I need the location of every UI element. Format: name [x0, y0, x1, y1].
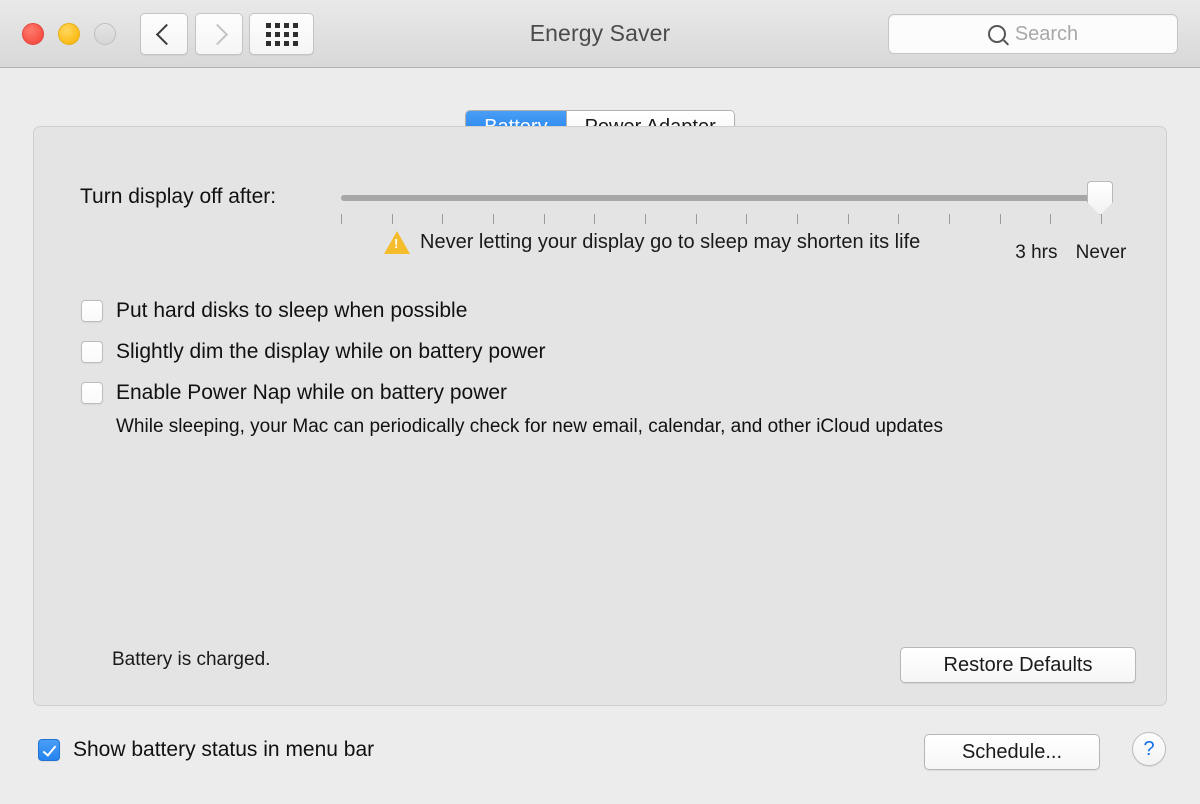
slider-tick: [695, 214, 697, 224]
slider-tick-marks: [341, 214, 1102, 226]
checkbox-show-battery-status[interactable]: [38, 739, 60, 761]
slider-tick-label: Never: [1075, 242, 1127, 263]
help-button[interactable]: ?: [1132, 732, 1166, 766]
menu-bar-option-label: Show battery status in menu bar: [73, 738, 375, 761]
energy-saver-window: Energy Saver Search Battery Power Adapte…: [0, 0, 1200, 804]
slider-tick-label: 3 hrs: [1015, 242, 1058, 263]
slider-tick: [391, 214, 393, 224]
display-sleep-label: Turn display off after:: [80, 185, 277, 208]
checkbox-dim-display[interactable]: [81, 341, 103, 363]
slider-track: [341, 195, 1101, 201]
slider-tick: [543, 214, 545, 224]
slider-tick: [442, 214, 444, 224]
option-label-power-nap: Enable Power Nap while on battery power: [116, 381, 508, 404]
slider-thumb[interactable]: [1087, 181, 1113, 215]
checkbox-hard-disks[interactable]: [81, 300, 103, 322]
option-row-hard-disks[interactable]: Put hard disks to sleep when possible: [81, 299, 1136, 323]
option-row-dim-display[interactable]: Slightly dim the display while on batter…: [81, 340, 1136, 364]
slider-tick: [797, 214, 798, 224]
settings-panel: Turn display off after: 3 hrs Never Never…: [33, 126, 1167, 706]
option-row-power-nap[interactable]: Enable Power Nap while on battery power: [81, 381, 1136, 405]
slider-tick: [847, 214, 849, 224]
search-icon: [987, 25, 1006, 43]
slider-tick: [949, 214, 950, 224]
slider-tick: [746, 214, 748, 224]
slider-tick: [1101, 214, 1102, 224]
option-label-hard-disks: Put hard disks to sleep when possible: [116, 299, 468, 322]
menu-bar-option-row[interactable]: Show battery status in menu bar: [38, 738, 374, 762]
options-list: Put hard disks to sleep when possible Sl…: [81, 299, 1136, 438]
slider-tick: [999, 214, 1001, 224]
search-placeholder: Search: [1014, 22, 1079, 45]
slider-tick: [898, 214, 900, 224]
window-footer: Show battery status in menu bar Schedule…: [0, 720, 1200, 804]
slider-tick: [493, 214, 494, 224]
power-nap-description: While sleeping, your Mac can periodicall…: [116, 416, 943, 437]
warning-text: Never letting your display go to sleep m…: [420, 230, 921, 253]
slider-tick: [1050, 214, 1052, 224]
restore-defaults-button[interactable]: Restore Defaults: [900, 647, 1136, 683]
window-toolbar: Energy Saver Search: [0, 0, 1200, 68]
slider-tick: [341, 214, 342, 224]
slider-tick: [594, 214, 596, 224]
checkbox-power-nap[interactable]: [81, 382, 103, 404]
search-input[interactable]: Search: [888, 14, 1178, 54]
battery-status-text: Battery is charged.: [112, 649, 271, 670]
slider-tick: [645, 214, 646, 224]
warning-triangle-icon: [384, 230, 410, 254]
display-sleep-slider[interactable]: [341, 181, 1113, 215]
schedule-button[interactable]: Schedule...: [924, 734, 1100, 770]
option-label-dim-display: Slightly dim the display while on batter…: [116, 340, 546, 363]
